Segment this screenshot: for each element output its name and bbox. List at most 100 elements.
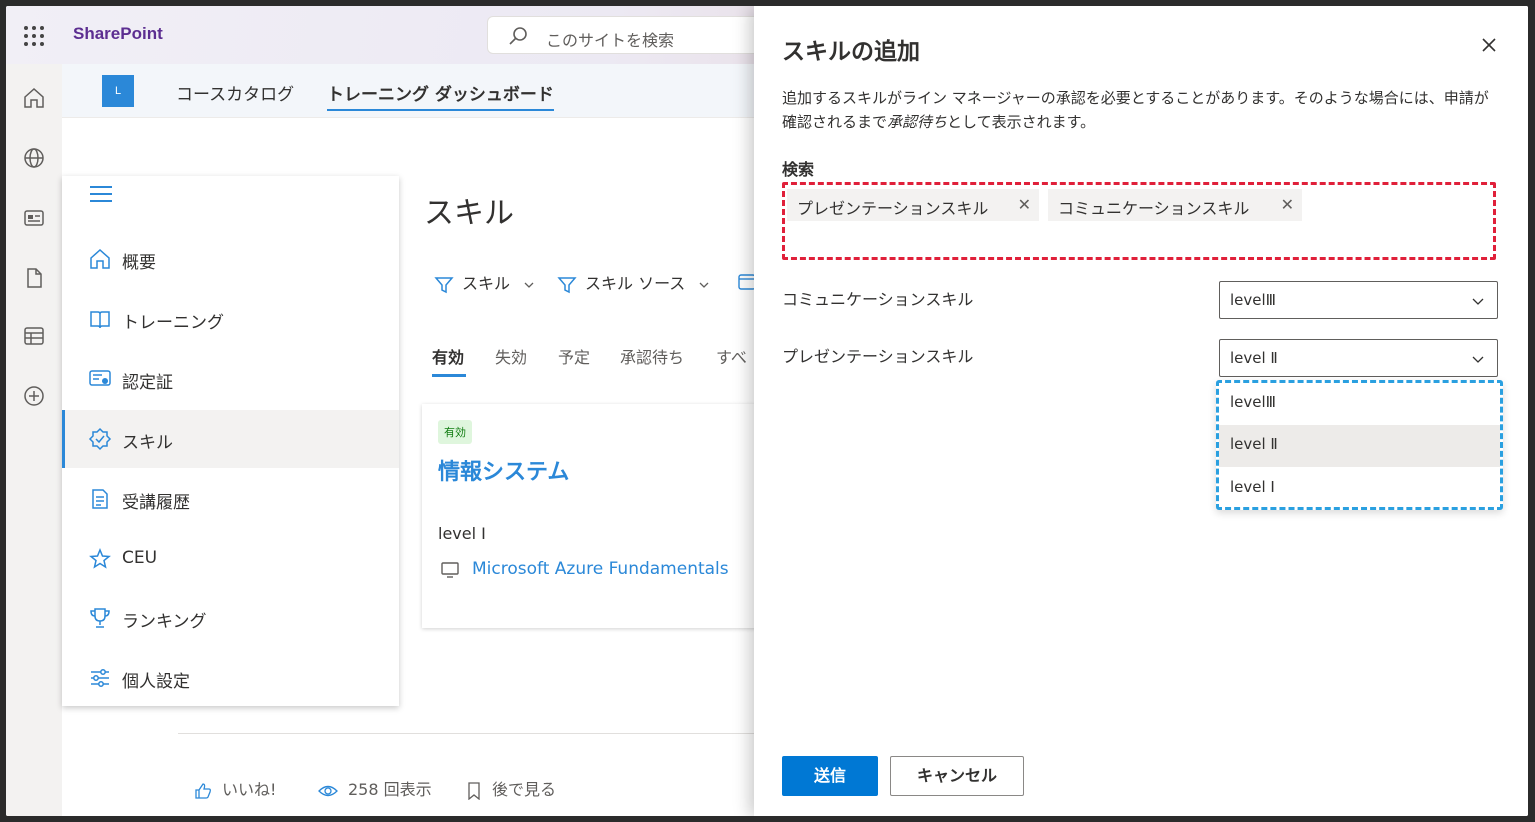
view-count: 258 回表示 <box>318 776 432 800</box>
home-icon <box>90 248 110 269</box>
tab-expired[interactable]: 失効 <box>495 344 527 368</box>
level-options-list: levelⅢ level Ⅱ level Ⅰ <box>1216 380 1503 510</box>
nav-item-training[interactable]: トレーニング <box>62 290 399 348</box>
site-logo[interactable]: L <box>102 75 134 107</box>
app-brand[interactable]: SharePoint <box>73 24 163 44</box>
description-text-end: として表示されます。 <box>947 113 1096 131</box>
nav-item-label: スキル <box>122 433 173 453</box>
nav-item-certificates[interactable]: 認定証 <box>62 350 399 408</box>
tab-active[interactable]: 有効 <box>432 344 464 368</box>
search-icon <box>509 27 527 45</box>
chevron-down-icon <box>1472 356 1484 363</box>
filter-label: スキル <box>462 274 511 293</box>
skill-card[interactable]: 有効 情報システム level Ⅰ Microsoft Azure Fundam… <box>422 404 762 628</box>
selected-skill-tag: コミュニケーションスキル ✕ <box>1048 189 1302 221</box>
page-title: スキル <box>424 196 514 231</box>
nav-item-overview[interactable]: 概要 <box>62 230 399 288</box>
level-dropdown[interactable]: levelⅢ <box>1219 281 1498 319</box>
skill-row-label: プレゼンテーションスキル <box>782 347 974 366</box>
dropdown-value: level Ⅱ <box>1230 349 1278 367</box>
nav-item-label: ランキング <box>122 612 207 632</box>
nav-item-label: 受講履歴 <box>122 493 190 513</box>
nav-item-ceu[interactable]: CEU <box>62 530 399 588</box>
book-icon <box>90 311 110 329</box>
status-badge: 有効 <box>438 420 472 444</box>
level-option[interactable]: levelⅢ <box>1219 383 1500 425</box>
pending-approval-text: 承認待ち <box>887 113 948 131</box>
level-dropdown-open[interactable]: level Ⅱ <box>1219 339 1498 377</box>
skill-level: level Ⅰ <box>438 524 486 543</box>
nav-training-dashboard[interactable]: トレーニング ダッシュボード <box>327 80 554 111</box>
nav-item-history[interactable]: 受講履歴 <box>62 470 399 528</box>
monitor-icon <box>441 562 459 578</box>
app-launcher-icon[interactable] <box>20 22 48 50</box>
tag-label: コミュニケーションスキル <box>1058 199 1250 218</box>
main-content: 概要 トレーニング 認定証 スキル 受講履歴 CEU ランキング 個人設定 スキ… <box>62 118 778 816</box>
globe-icon[interactable] <box>22 146 46 170</box>
nav-item-label: 認定証 <box>122 373 173 393</box>
search-placeholder: このサイトを検索 <box>546 31 675 50</box>
filter-skill-source[interactable]: スキル ソース <box>557 270 718 295</box>
settings-sliders-icon <box>91 669 109 687</box>
hamburger-menu-icon[interactable] <box>90 186 112 202</box>
nav-course-catalog[interactable]: コースカタログ <box>176 80 294 105</box>
certificate-icon <box>89 370 111 386</box>
chevron-down-icon <box>699 282 709 288</box>
filter-label: スキル ソース <box>585 274 686 293</box>
filter-icon <box>434 276 454 293</box>
view-count-label: 258 回表示 <box>348 780 432 799</box>
chevron-down-icon <box>1472 298 1484 305</box>
nav-item-label: 個人設定 <box>122 672 190 692</box>
list-icon[interactable] <box>22 324 46 348</box>
nav-item-personal-settings[interactable]: 個人設定 <box>62 649 399 707</box>
tab-planned[interactable]: 予定 <box>558 344 590 368</box>
remove-tag-icon[interactable]: ✕ <box>1018 195 1031 214</box>
app-rail <box>6 64 62 816</box>
save-label: 後で見る <box>492 780 557 799</box>
search-label: 検索 <box>782 160 815 179</box>
site-header: L コースカタログ トレーニング ダッシュボード <box>62 64 762 118</box>
submit-button[interactable]: 送信 <box>782 756 878 796</box>
add-circle-icon[interactable] <box>22 384 46 408</box>
history-icon <box>92 489 108 509</box>
selected-skill-tag: プレゼンテーションスキル ✕ <box>787 189 1039 221</box>
skill-search-picker[interactable]: プレゼンテーションスキル ✕ コミュニケーションスキル ✕ <box>782 182 1496 260</box>
nav-item-label: 概要 <box>122 253 156 273</box>
news-icon[interactable] <box>22 206 46 230</box>
filter-skill[interactable]: スキル <box>434 270 543 295</box>
remove-tag-icon[interactable]: ✕ <box>1281 195 1294 214</box>
level-option[interactable]: level Ⅰ <box>1219 468 1500 510</box>
nav-item-label: CEU <box>122 548 158 568</box>
tab-all[interactable]: すべ <box>716 344 747 368</box>
home-icon[interactable] <box>22 86 46 110</box>
trophy-icon <box>90 608 110 628</box>
tag-label: プレゼンテーションスキル <box>797 199 989 218</box>
nav-item-label: トレーニング <box>122 313 224 333</box>
site-search-box[interactable]: このサイトを検索 <box>487 16 787 54</box>
save-for-later-button[interactable]: 後で見る <box>466 776 556 800</box>
thumbs-up-icon <box>195 782 211 799</box>
nav-item-ranking[interactable]: ランキング <box>62 589 399 647</box>
level-option-selected[interactable]: level Ⅱ <box>1219 425 1500 467</box>
tab-pending[interactable]: 承認待ち <box>620 344 684 368</box>
panel-title: スキルの追加 <box>782 39 920 65</box>
left-navigation: 概要 トレーニング 認定証 スキル 受講履歴 CEU ランキング 個人設定 <box>62 176 399 706</box>
active-tab-indicator <box>432 374 466 377</box>
dropdown-value: levelⅢ <box>1230 291 1277 309</box>
document-icon[interactable] <box>22 266 46 290</box>
ceu-stars-icon <box>89 548 111 569</box>
like-button[interactable]: いいね! <box>194 776 276 800</box>
close-icon[interactable] <box>1476 32 1502 58</box>
footer-divider <box>178 733 778 734</box>
skill-badge-icon <box>88 427 112 451</box>
panel-description: 追加するスキルがライン マネージャーの承認を必要とすることがあります。そのような… <box>782 86 1502 134</box>
like-label: いいね! <box>222 780 277 799</box>
eye-icon <box>318 785 338 796</box>
course-link[interactable]: Microsoft Azure Fundamentals <box>472 559 729 579</box>
sharepoint-window: SharePoint このサイトを検索 L コースカタログ トレーニング ダッシ… <box>6 6 1528 816</box>
nav-item-skills[interactable]: スキル <box>62 410 399 468</box>
filter-icon <box>557 276 577 293</box>
add-skill-panel: スキルの追加 追加するスキルがライン マネージャーの承認を必要とすることがありま… <box>754 6 1528 816</box>
skill-card-title[interactable]: 情報システム <box>438 454 569 486</box>
cancel-button[interactable]: キャンセル <box>890 756 1024 796</box>
